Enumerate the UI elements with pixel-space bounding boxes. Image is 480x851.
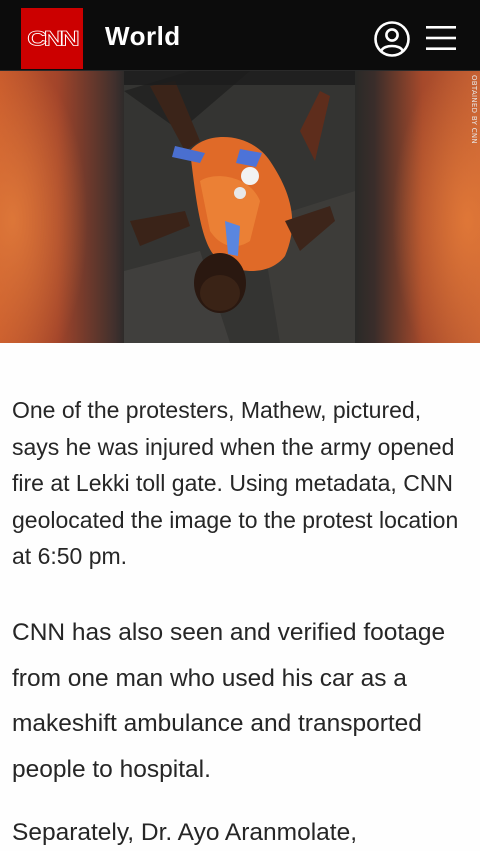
article-paragraph: CNN has also seen and verified footage f… <box>12 619 446 783</box>
section-title[interactable]: World <box>105 21 181 52</box>
account-circle-icon[interactable] <box>373 20 411 58</box>
photo-credit: OBTAINED BY CNN <box>470 75 478 144</box>
article-paragraph: Separately, Dr. Ayo Aranmolate, <box>12 819 358 846</box>
hero-photo[interactable]: OBTAINED BY CNN <box>0 71 480 343</box>
hamburger-menu-icon[interactable] <box>426 24 456 52</box>
injured-protester-photo <box>0 71 480 343</box>
article-page: CNN World OBTAINED BY CNN One of the pro… <box>0 0 480 851</box>
cnn-logo[interactable]: CNN <box>21 8 83 69</box>
logo-text: CNN <box>27 26 80 51</box>
top-nav-bar: CNN World <box>0 0 480 71</box>
article-paragraph: One of the protesters, Mathew, pictured,… <box>12 397 459 569</box>
